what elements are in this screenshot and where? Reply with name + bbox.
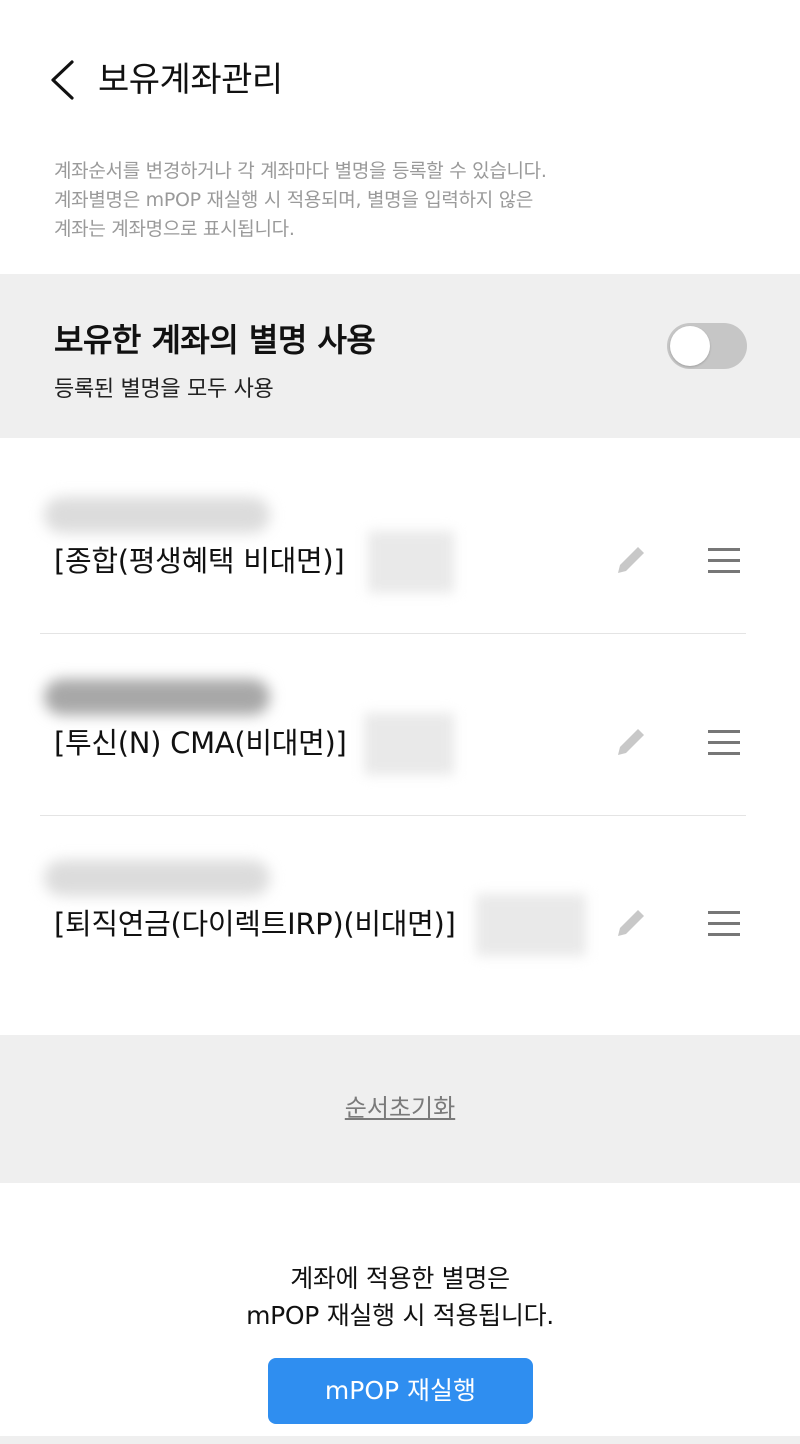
bottom-strip [0,1436,800,1444]
alias-toggle-subtitle: 등록된 별명을 모두 사용 [54,377,274,402]
drag-handle-icon [708,730,740,755]
account-row: [종합(평생혜택 비대면)] [40,453,746,634]
reset-order-row: 순서초기화 [0,1090,800,1126]
toggle-knob [670,326,710,366]
description-line: 계좌순서를 변경하거나 각 계좌마다 별명을 등록할 수 있습니다. [54,160,547,182]
edit-alias-button[interactable] [612,721,652,761]
drag-handle-icon [708,911,740,936]
page-title: 보유계좌관리 [98,60,283,100]
blurred-account-info [368,531,454,593]
description-line: 계좌는 계좌명으로 표시됩니다. [54,218,295,240]
alias-toggle-title: 보유한 계좌의 별명 사용 [54,321,376,359]
notice-line: 계좌에 적용한 별명은 [290,1264,510,1293]
edit-alias-button[interactable] [612,902,652,942]
restart-button[interactable]: mPOP 재실행 [268,1358,533,1424]
pencil-icon [618,910,644,936]
drag-handle-icon [708,548,740,573]
blurred-account-info [364,713,454,775]
header: 보유계좌관리 [0,0,800,150]
account-name: [투신(N) CMA(비대면)] [54,726,347,760]
pencil-icon [618,729,644,755]
blurred-account-number [44,860,270,896]
reorder-handle[interactable] [704,723,744,763]
back-button[interactable] [40,56,84,104]
alias-toggle-switch[interactable] [667,323,747,369]
pencil-icon [618,547,644,573]
description-line: 계좌별명은 mPOP 재실행 시 적용되며, 별명을 입력하지 않은 [54,189,534,211]
reorder-handle[interactable] [704,541,744,581]
reorder-handle[interactable] [704,904,744,944]
edit-alias-button[interactable] [612,539,652,579]
chevron-left-icon [51,60,74,100]
description: 계좌순서를 변경하거나 각 계좌마다 별명을 등록할 수 있습니다. 계좌별명은… [54,157,754,244]
reset-order-link[interactable]: 순서초기화 [345,1094,455,1122]
blurred-account-number [44,679,270,715]
blurred-account-number [44,497,270,533]
account-name: [퇴직연금(다이렉트IRP)(비대면)] [54,907,456,941]
account-row: [투신(N) CMA(비대면)] [40,635,746,816]
notice-line: mPOP 재실행 시 적용됩니다. [246,1301,554,1330]
restart-notice: 계좌에 적용한 별명은 mPOP 재실행 시 적용됩니다. [0,1260,800,1334]
row-divider [40,633,746,634]
account-row: [퇴직연금(다이렉트IRP)(비대면)] [40,816,746,1016]
blurred-account-info [476,894,586,956]
account-name: [종합(평생혜택 비대면)] [54,544,345,578]
